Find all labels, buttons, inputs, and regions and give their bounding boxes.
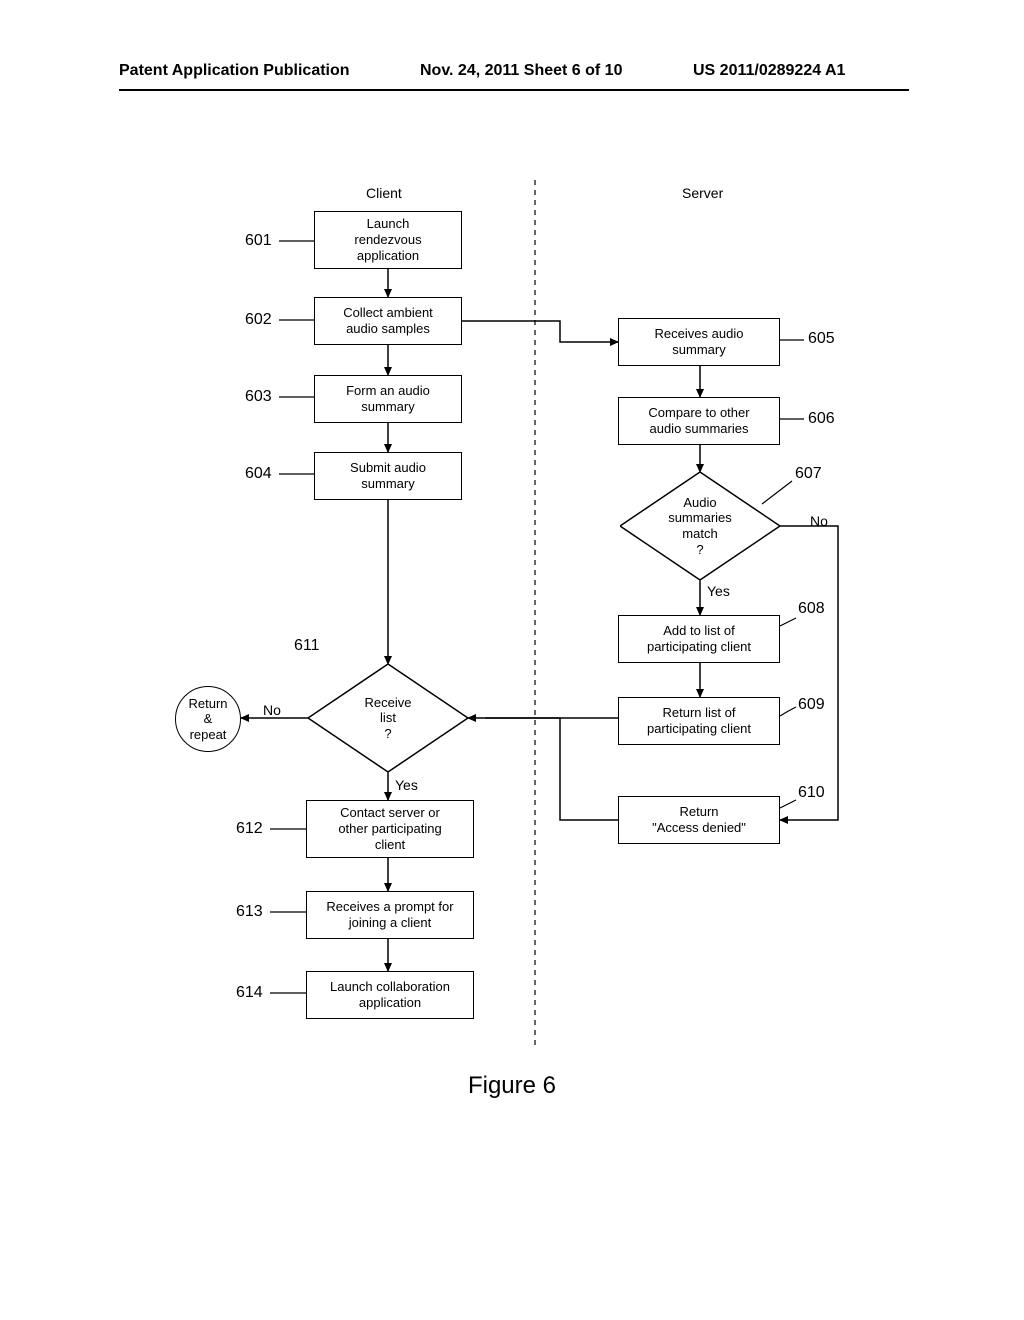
- box-614: Launch collaboration application: [306, 971, 474, 1019]
- edge-611-yes: Yes: [395, 777, 418, 793]
- box-606: Compare to other audio summaries: [618, 397, 780, 445]
- ref-614: 614: [236, 984, 263, 1002]
- box-609: Return list of participating client: [618, 697, 780, 745]
- box-603: Form an audio summary: [314, 375, 462, 423]
- ref-612: 612: [236, 820, 263, 838]
- box-601: Launch rendezvous application: [314, 211, 462, 269]
- col-client: Client: [366, 185, 402, 201]
- ref-601: 601: [245, 232, 272, 250]
- edge-607-no: No: [810, 513, 828, 529]
- edge-611-no: No: [263, 702, 281, 718]
- box-604: Submit audio summary: [314, 452, 462, 500]
- diamond-611: Receive list ?: [308, 664, 468, 772]
- diamond-607-text: Audio summaries match ?: [620, 472, 780, 580]
- ref-610: 610: [798, 784, 825, 802]
- ref-604: 604: [245, 465, 272, 483]
- header-rule: [119, 89, 909, 91]
- box-613: Receives a prompt for joining a client: [306, 891, 474, 939]
- box-608: Add to list of participating client: [618, 615, 780, 663]
- box-612: Contact server or other participating cl…: [306, 800, 474, 858]
- figure-caption: Figure 6: [0, 1072, 1024, 1100]
- ref-605: 605: [808, 330, 835, 348]
- header-center: Nov. 24, 2011 Sheet 6 of 10: [420, 62, 622, 80]
- connectors: [0, 0, 1024, 1320]
- diamond-611-text: Receive list ?: [308, 664, 468, 772]
- ref-603: 603: [245, 388, 272, 406]
- box-602: Collect ambient audio samples: [314, 297, 462, 345]
- ref-606: 606: [808, 410, 835, 428]
- box-610: Return "Access denied": [618, 796, 780, 844]
- ref-608: 608: [798, 600, 825, 618]
- ref-611: 611: [294, 637, 320, 655]
- ref-609: 609: [798, 696, 825, 714]
- circle-return-repeat: Return & repeat: [175, 686, 241, 752]
- ref-602: 602: [245, 311, 272, 329]
- ref-607: 607: [795, 465, 822, 483]
- header-left: Patent Application Publication: [119, 62, 350, 80]
- col-server: Server: [682, 185, 723, 201]
- header-right: US 2011/0289224 A1: [693, 62, 845, 80]
- edge-607-yes: Yes: [707, 583, 730, 599]
- diamond-607: Audio summaries match ?: [620, 472, 780, 580]
- ref-613: 613: [236, 903, 263, 921]
- box-605: Receives audio summary: [618, 318, 780, 366]
